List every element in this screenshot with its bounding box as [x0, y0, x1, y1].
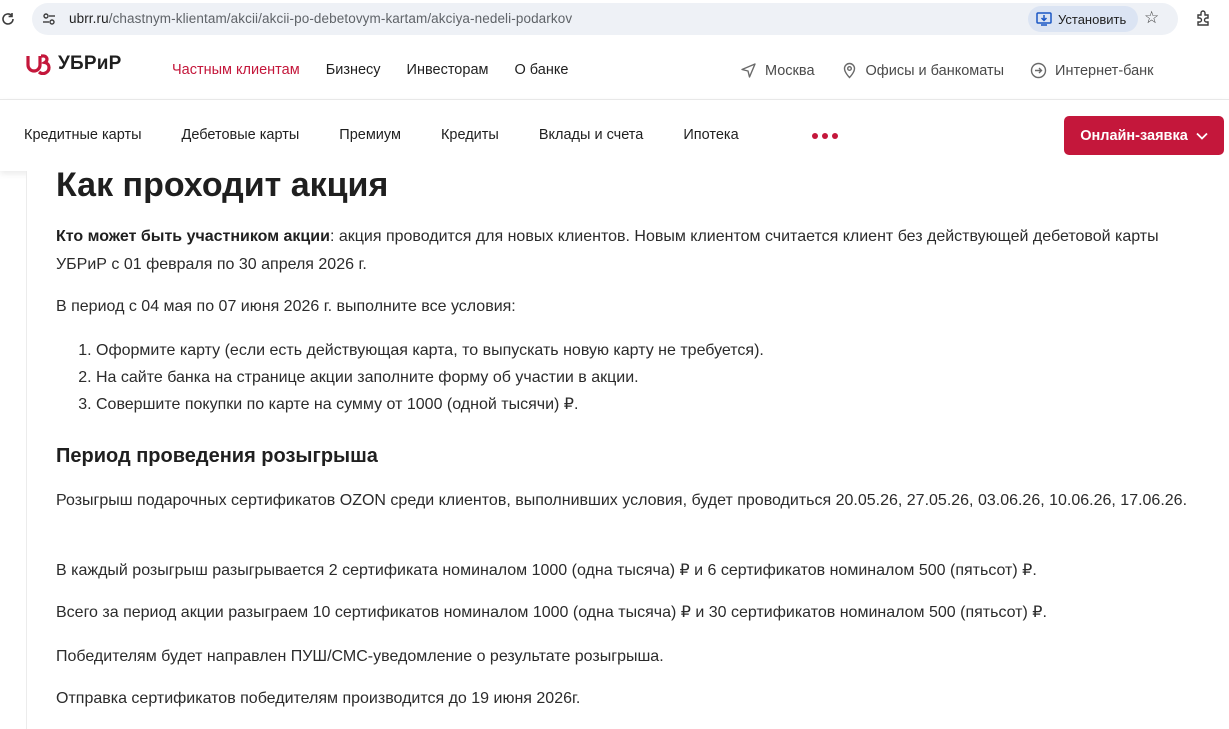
nav-credit-cards[interactable]: Кредитные карты — [24, 127, 142, 143]
conditions-list: Оформите карту (если есть действующая ка… — [78, 337, 764, 418]
city-label: Москва — [765, 62, 815, 79]
browser-toolbar: ubrr.ru/chastnym-klientam/akcii/akcii-po… — [0, 0, 1229, 38]
condition-item: На сайте банка на странице акции заполни… — [96, 364, 764, 391]
city-selector[interactable]: Москва — [740, 62, 815, 79]
internet-bank-label: Интернет-банк — [1055, 62, 1154, 79]
install-icon — [1036, 12, 1052, 26]
url-text[interactable]: ubrr.ru/chastnym-klientam/akcii/akcii-po… — [69, 11, 572, 26]
apply-label: Онлайн-заявка — [1080, 127, 1188, 144]
top-nav: Частным клиентам Бизнесу Инвесторам О ба… — [172, 62, 594, 78]
top-nav-investors[interactable]: Инвесторам — [407, 62, 489, 78]
top-nav-about[interactable]: О банке — [514, 62, 568, 78]
nav-debit-cards[interactable]: Дебетовые карты — [182, 127, 300, 143]
logo-text: УБРиР — [58, 53, 122, 74]
more-menu-icon[interactable] — [812, 133, 838, 139]
address-bar[interactable]: ubrr.ru/chastnym-klientam/akcii/akcii-po… — [32, 3, 1178, 35]
notification-paragraph: Победителям будет направлен ПУШ/СМС-увед… — [56, 648, 664, 665]
site-settings-icon[interactable] — [41, 11, 57, 27]
article-heading: Как проходит акция — [56, 166, 389, 204]
nav-premium[interactable]: Премиум — [339, 127, 401, 143]
article-content: Как проходит акция Кто может быть участн… — [26, 166, 1229, 729]
offices-label: Офисы и банкоматы — [865, 62, 1005, 79]
map-pin-icon — [843, 62, 855, 79]
offices-link[interactable]: Офисы и банкоматы — [841, 62, 1005, 79]
site-header: УБРиР Частным клиентам Бизнесу Инвестора… — [0, 38, 1229, 99]
internet-bank-link[interactable]: Интернет-банк — [1030, 62, 1154, 79]
nav-deposits[interactable]: Вклады и счета — [539, 127, 644, 143]
location-arrow-icon — [741, 63, 756, 78]
period-paragraph: В период с 04 мая по 07 июня 2026 г. вып… — [56, 298, 516, 315]
install-label: Установить — [1058, 11, 1127, 27]
install-app-button[interactable]: Установить — [1028, 6, 1139, 32]
bookmark-star-icon[interactable]: ☆ — [1144, 8, 1159, 28]
top-tools: Москва Офисы и банкоматы Интернет-банк — [740, 62, 1180, 79]
extensions-icon[interactable] — [1195, 9, 1213, 27]
condition-item: Оформите карту (если есть действующая ка… — [96, 337, 764, 364]
top-nav-business[interactable]: Бизнесу — [326, 62, 381, 78]
eligibility-paragraph: Кто может быть участником акции: акция п… — [56, 223, 1206, 279]
url-path: /chastnym-klientam/akcii/akcii-po-debeto… — [108, 11, 573, 26]
eligibility-label: Кто может быть участником акции — [56, 228, 330, 245]
nav-loans[interactable]: Кредиты — [441, 127, 499, 143]
online-application-button[interactable]: Онлайн-заявка — [1064, 116, 1224, 155]
per-draw-paragraph: В каждый розыгрыш разыгрывается 2 сертиф… — [56, 562, 1037, 579]
draw-period-heading: Период проведения розыгрыша — [56, 445, 378, 467]
top-nav-private[interactable]: Частным клиентам — [172, 62, 300, 78]
delivery-paragraph: Отправка сертификатов победителям произв… — [56, 690, 581, 707]
chevron-down-icon — [1196, 132, 1208, 140]
nav-mortgage[interactable]: Ипотека — [683, 127, 738, 143]
condition-item: Совершите покупки по карте на сумму от 1… — [96, 391, 764, 418]
login-icon — [1030, 62, 1047, 79]
ubrr-logo[interactable]: УБРиР — [24, 53, 122, 75]
logo-mark-icon — [26, 54, 51, 75]
reload-icon[interactable] — [0, 9, 16, 29]
total-prizes-paragraph: Всего за период акции разыграем 10 серти… — [56, 604, 1047, 621]
url-host: ubrr.ru — [69, 11, 109, 26]
product-nav: Кредитные карты Дебетовые карты Премиум … — [0, 99, 1229, 171]
draw-dates-paragraph: Розыгрыш подарочных сертификатов OZON ср… — [56, 492, 1188, 509]
